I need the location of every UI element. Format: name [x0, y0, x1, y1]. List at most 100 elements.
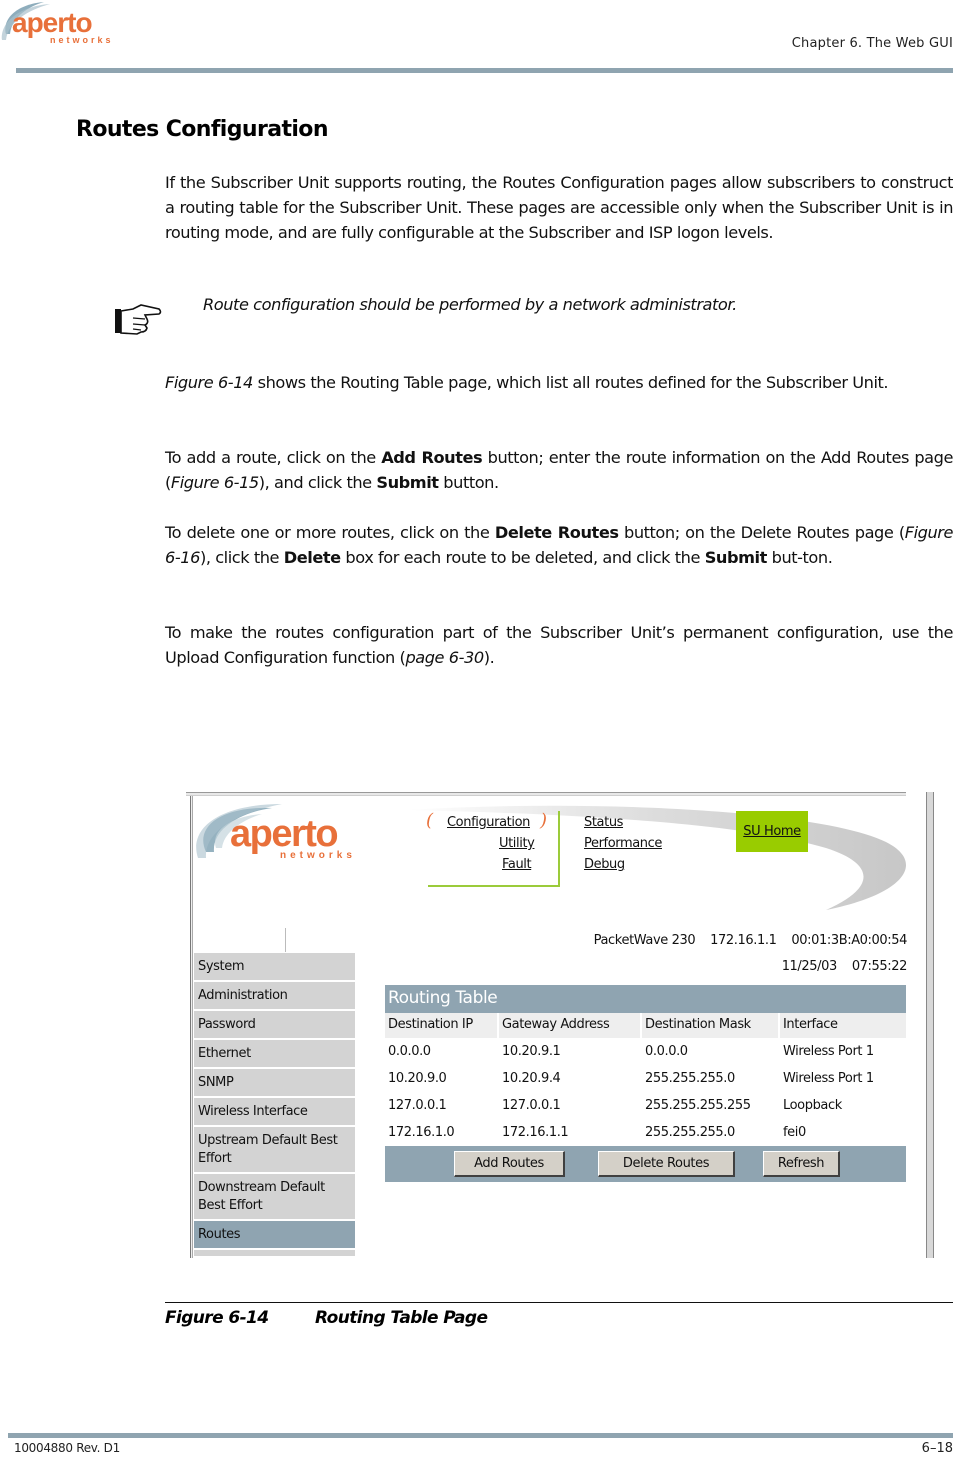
logo-subtext: networks	[280, 850, 356, 861]
header-rule	[16, 68, 953, 73]
cell-interface: Wireless Port 1	[783, 1044, 874, 1059]
cell-gateway-address: 10.20.9.4	[502, 1071, 561, 1086]
section-title: Routes Configuration	[76, 117, 328, 142]
sidebar-item-wireless-interface[interactable]: Wireless Interface	[194, 1098, 355, 1127]
logo-subtext: networks	[50, 35, 114, 45]
sidebar-item-downstream-default-best-effort[interactable]: Downstream Default Best Effort	[194, 1174, 355, 1221]
text: ), and click the	[258, 473, 377, 492]
device-model: PacketWave 230	[593, 933, 696, 948]
cell-interface: Wireless Port 1	[783, 1071, 874, 1086]
sidebar-item-snmp[interactable]: SNMP	[194, 1069, 355, 1098]
sidebar-item-password[interactable]: Password	[194, 1011, 355, 1040]
cell-destination-ip: 10.20.9.0	[388, 1071, 447, 1086]
figure-number: Figure 6-14	[165, 1308, 269, 1328]
logo-wordmark: aperto	[12, 7, 92, 38]
device-ip: 172.16.1.1	[710, 933, 777, 948]
sidebar-item-ethernet[interactable]: Ethernet	[194, 1040, 355, 1069]
refresh-button[interactable]: Refresh	[763, 1151, 840, 1177]
column-header-destination-mask: Destination Mask	[642, 1013, 778, 1038]
bold-term: Delete	[283, 548, 341, 567]
page-number: 6–18	[921, 1441, 953, 1456]
table-row: 172.16.1.0 172.16.1.1 255.255.255.0 fei0	[385, 1119, 906, 1146]
footer-rule	[8, 1433, 953, 1438]
routing-table-title: Routing Table	[385, 985, 906, 1013]
table-row: 127.0.0.1 127.0.0.1 255.255.255.255 Loop…	[385, 1092, 906, 1119]
cell-interface: Loopback	[783, 1098, 842, 1113]
aperto-logo: aperto networks	[196, 804, 356, 861]
nav-divider	[558, 811, 560, 886]
bold-term: Delete Routes	[494, 523, 619, 542]
device-datetime: 11/25/03 07:55:22	[781, 959, 908, 974]
sidebar-item-upstream-default-best-effort[interactable]: Upstream Default Best Effort	[194, 1127, 355, 1174]
su-home-button[interactable]: SU Home	[736, 811, 808, 852]
sidebar-item-administration[interactable]: Administration	[194, 982, 355, 1011]
column-header-gateway-address: Gateway Address	[499, 1013, 640, 1038]
cell-gateway-address: 172.16.1.1	[502, 1125, 569, 1140]
text: shows the Routing Table page, which list…	[252, 373, 889, 392]
bold-term: Add Routes	[381, 448, 483, 467]
column-header-destination-ip: Destination IP	[385, 1013, 497, 1038]
text: but-ton.	[766, 548, 833, 567]
cell-destination-mask: 255.255.255.255	[645, 1098, 751, 1113]
nav-utility[interactable]: Utility	[499, 836, 535, 851]
caption-rule	[165, 1302, 953, 1303]
nav-status[interactable]: Status	[584, 815, 623, 830]
aperto-logo: aperto networks	[1, 2, 114, 45]
column-header-interface: Interface	[780, 1013, 906, 1038]
device-mac: 00:01:3B:A0:00:54	[791, 933, 907, 948]
delete-routes-button[interactable]: Delete Routes	[598, 1151, 735, 1177]
add-route-paragraph: To add a route, click on the Add Routes …	[165, 445, 953, 495]
cell-destination-mask: 0.0.0.0	[645, 1044, 688, 1059]
figure-title: Routing Table Page	[315, 1308, 488, 1328]
add-routes-button[interactable]: Add Routes	[454, 1151, 565, 1177]
figure-ref-link: Figure 6-14	[165, 373, 253, 392]
document-id: 10004880 Rev. D1	[14, 1441, 120, 1455]
cell-gateway-address: 127.0.0.1	[502, 1098, 561, 1113]
cell-destination-ip: 127.0.0.1	[388, 1098, 447, 1113]
upload-config-paragraph: To make the routes configuration part of…	[165, 620, 953, 670]
sidebar-item-system[interactable]: System	[194, 953, 355, 982]
sidebar-item-routes[interactable]: Routes	[194, 1221, 355, 1250]
sidebar-divider	[285, 928, 286, 952]
chapter-title: Chapter 6. The Web GUI	[791, 36, 953, 51]
nav-close-paren-icon: )	[540, 810, 548, 831]
su-home-label: SU Home	[743, 824, 801, 839]
nav-configuration[interactable]: Configuration	[447, 815, 530, 830]
table-row: 10.20.9.0 10.20.9.4 255.255.255.0 Wirele…	[385, 1065, 906, 1092]
text: ).	[483, 648, 495, 667]
pointing-hand-icon	[115, 304, 162, 335]
sidebar-item-next[interactable]	[194, 1250, 355, 1258]
text: To add a route, click on the	[165, 448, 382, 467]
text: button; on the Delete Routes page (	[618, 523, 905, 542]
table-button-bar: Add Routes Delete Routes Refresh	[385, 1146, 906, 1182]
device-date: 11/25/03	[781, 959, 838, 974]
nav-fault[interactable]: Fault	[502, 857, 532, 872]
cell-interface: fei0	[783, 1125, 806, 1140]
device-time: 07:55:22	[851, 959, 908, 974]
delete-route-paragraph: To delete one or more routes, click on t…	[165, 520, 953, 570]
text: To make the routes configuration part of…	[165, 623, 953, 667]
table-header-row: Destination IP Gateway Address Destinati…	[385, 1013, 906, 1038]
nav-open-paren-icon: (	[426, 810, 434, 831]
logo-wordmark: aperto	[230, 813, 337, 855]
device-info: PacketWave 230 172.16.1.1 00:01:3B:A0:00…	[593, 933, 908, 948]
table-row: 0.0.0.0 10.20.9.1 0.0.0.0 Wireless Port …	[385, 1038, 906, 1065]
bold-term: Submit	[376, 473, 439, 492]
text: box for each route to be deleted, and cl…	[340, 548, 705, 567]
routing-table: Routing Table Destination IP Gateway Add…	[385, 985, 906, 1182]
sidebar-menu: System Administration Password Ethernet …	[194, 953, 355, 1258]
bold-term: Submit	[704, 548, 768, 567]
window-top-border	[186, 792, 906, 796]
text: To delete one or more routes, click on t…	[165, 523, 495, 542]
cell-destination-mask: 255.255.255.0	[645, 1125, 735, 1140]
figure-description-paragraph: Figure 6-14 shows the Routing Table page…	[165, 370, 953, 395]
nav-performance[interactable]: Performance	[584, 836, 662, 851]
nav-debug[interactable]: Debug	[584, 857, 625, 872]
cell-destination-ip: 0.0.0.0	[388, 1044, 431, 1059]
cell-destination-ip: 172.16.1.0	[388, 1125, 455, 1140]
figure-ref-link: Figure 6-15	[170, 473, 259, 492]
page-ref-link: page 6-30	[405, 648, 484, 667]
text: button.	[438, 473, 499, 492]
cell-gateway-address: 10.20.9.1	[502, 1044, 561, 1059]
text: ), click the	[199, 548, 284, 567]
